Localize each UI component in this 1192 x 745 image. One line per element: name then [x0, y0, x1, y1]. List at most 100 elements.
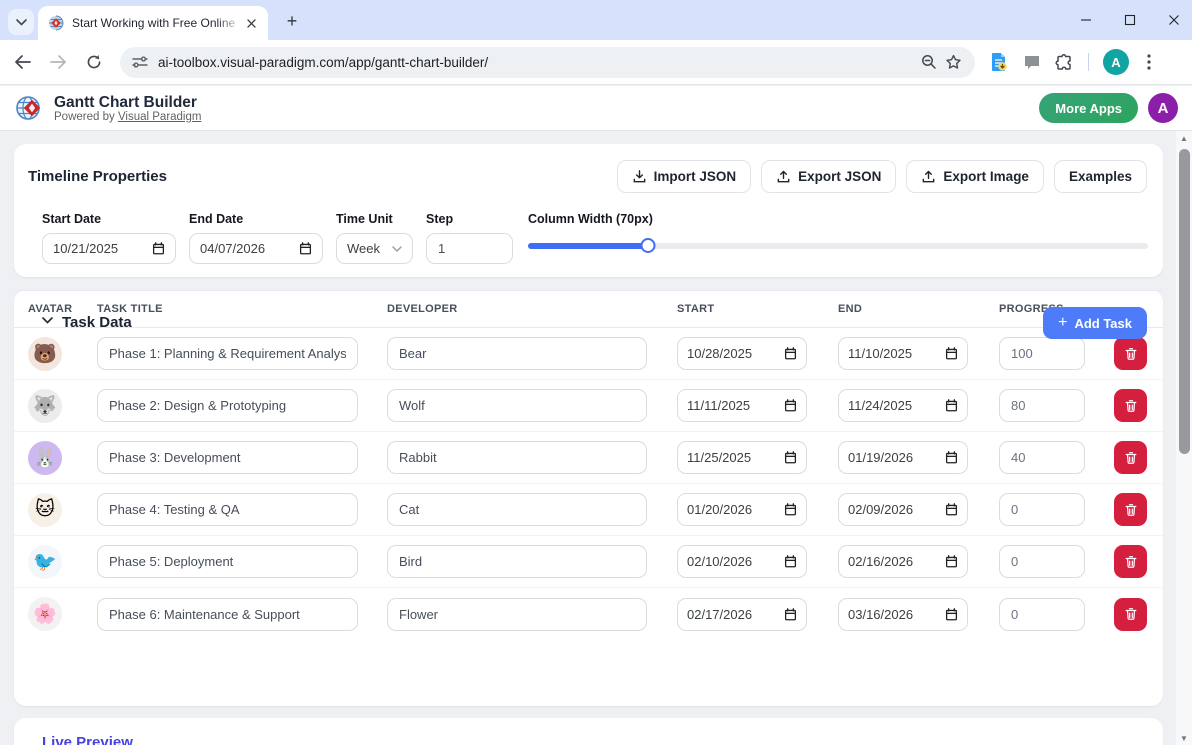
- zoom-out-icon[interactable]: [917, 50, 941, 74]
- table-row: 🐱 01/20/2026 02/09/2026: [14, 484, 1163, 536]
- calendar-icon[interactable]: [784, 399, 797, 412]
- timeline-start-date-input[interactable]: 10/21/2025: [42, 233, 176, 264]
- delete-task-button[interactable]: [1114, 389, 1147, 422]
- visual-paradigm-logo: [14, 93, 44, 123]
- end-date-input[interactable]: 02/09/2026: [838, 493, 968, 526]
- developer-avatar: 🐱: [28, 492, 62, 527]
- progress-input[interactable]: [999, 597, 1085, 631]
- scroll-up-arrow[interactable]: ▲: [1176, 131, 1192, 145]
- scrollbar-thumb[interactable]: [1178, 149, 1190, 454]
- close-icon: [1169, 15, 1179, 25]
- upload-icon: [923, 170, 935, 183]
- time-unit-label: Time Unit: [336, 212, 393, 226]
- delete-task-button[interactable]: [1114, 441, 1147, 474]
- calendar-icon[interactable]: [945, 451, 958, 464]
- site-settings-icon[interactable]: [132, 55, 148, 69]
- address-bar[interactable]: ai-toolbox.visual-paradigm.com/app/gantt…: [120, 46, 975, 78]
- start-date-input[interactable]: 02/10/2026: [677, 545, 807, 578]
- import-json-button[interactable]: Import JSON: [616, 160, 752, 193]
- kebab-menu-icon: [1147, 54, 1151, 70]
- end-date-input[interactable]: 03/16/2026: [838, 597, 968, 631]
- developer-input[interactable]: [387, 441, 647, 474]
- calendar-icon[interactable]: [945, 503, 958, 516]
- app-title: Gantt Chart Builder: [54, 93, 197, 111]
- end-date-input[interactable]: 02/16/2026: [838, 545, 968, 578]
- timeline-end-date-input[interactable]: 04/07/2026: [189, 233, 323, 264]
- developer-input[interactable]: [387, 493, 647, 526]
- table-row: 🌸 02/17/2026 03/16/2026: [14, 588, 1163, 640]
- collapse-section-button[interactable]: [42, 317, 53, 324]
- developer-input[interactable]: [387, 597, 647, 631]
- user-avatar[interactable]: A: [1148, 93, 1178, 123]
- start-date-input[interactable]: 11/25/2025: [677, 441, 807, 474]
- url-text[interactable]: ai-toolbox.visual-paradigm.com/app/gantt…: [158, 55, 917, 70]
- tab-close-button[interactable]: [242, 14, 260, 32]
- column-width-slider[interactable]: [528, 238, 1148, 253]
- maximize-button[interactable]: [1124, 14, 1138, 26]
- end-date-input[interactable]: 01/19/2026: [838, 441, 968, 474]
- progress-input[interactable]: [999, 441, 1085, 474]
- close-window-button[interactable]: [1168, 14, 1182, 26]
- add-task-button[interactable]: + Add Task: [1043, 307, 1147, 339]
- task-title-input[interactable]: [97, 389, 358, 422]
- slider-thumb[interactable]: [640, 238, 656, 253]
- more-apps-button[interactable]: More Apps: [1039, 93, 1138, 123]
- task-title-input[interactable]: [97, 597, 358, 631]
- progress-input[interactable]: [999, 545, 1085, 578]
- delete-task-button[interactable]: [1114, 545, 1147, 578]
- browser-menu-button[interactable]: [1143, 54, 1155, 70]
- docs-offline-icon[interactable]: [989, 52, 1009, 72]
- start-date-input[interactable]: 11/11/2025: [677, 389, 807, 422]
- task-title-input[interactable]: [97, 441, 358, 474]
- delete-task-button[interactable]: [1114, 597, 1147, 631]
- trash-icon: [1125, 503, 1136, 516]
- reload-button[interactable]: [80, 48, 108, 76]
- delete-task-button[interactable]: [1114, 493, 1147, 526]
- browser-titlebar: Start Working with Free Online +: [0, 0, 1192, 40]
- forward-button[interactable]: [44, 48, 72, 76]
- bookmark-star-icon[interactable]: [941, 50, 965, 74]
- app-title-block: Gantt Chart Builder Powered by Visual Pa…: [54, 94, 201, 123]
- scroll-down-arrow[interactable]: ▼: [1176, 731, 1192, 745]
- calendar-icon[interactable]: [945, 555, 958, 568]
- step-input[interactable]: [426, 233, 513, 264]
- page-scrollbar[interactable]: ▲ ▼: [1176, 131, 1192, 745]
- start-date-input[interactable]: 01/20/2026: [677, 493, 807, 526]
- time-unit-select[interactable]: Week: [336, 233, 413, 264]
- calendar-icon[interactable]: [945, 399, 958, 412]
- examples-button[interactable]: Examples: [1053, 160, 1147, 193]
- table-row: 🐰 11/25/2025 01/19/2026: [14, 432, 1163, 484]
- calendar-icon[interactable]: [784, 607, 797, 621]
- end-date-input[interactable]: 11/24/2025: [838, 389, 968, 422]
- calendar-icon[interactable]: [784, 503, 797, 516]
- upload-icon: [777, 170, 790, 183]
- minimize-button[interactable]: [1080, 14, 1094, 26]
- calendar-icon[interactable]: [152, 242, 165, 255]
- start-date-input[interactable]: 02/17/2026: [677, 597, 807, 631]
- progress-input[interactable]: [999, 389, 1085, 422]
- export-json-button[interactable]: Export JSON: [761, 160, 897, 193]
- comment-bubble-icon[interactable]: [1023, 54, 1041, 71]
- task-title-input[interactable]: [97, 493, 358, 526]
- start-date-label: Start Date: [42, 212, 102, 226]
- tab-search-button[interactable]: [8, 9, 34, 35]
- browser-window: Start Working with Free Online + ai-tool…: [0, 0, 1192, 745]
- calendar-icon[interactable]: [945, 607, 958, 621]
- task-title-input[interactable]: [97, 545, 358, 578]
- developer-input[interactable]: [387, 389, 647, 422]
- extensions-puzzle-icon[interactable]: [1055, 53, 1074, 72]
- visual-paradigm-link[interactable]: Visual Paradigm: [118, 111, 202, 123]
- back-button[interactable]: [8, 48, 36, 76]
- forward-icon: [49, 55, 66, 69]
- browser-tab[interactable]: Start Working with Free Online: [38, 6, 268, 40]
- calendar-icon[interactable]: [299, 242, 312, 255]
- chevron-down-icon: [15, 18, 27, 26]
- progress-input[interactable]: [999, 493, 1085, 526]
- developer-input[interactable]: [387, 545, 647, 578]
- new-tab-button[interactable]: +: [280, 9, 304, 33]
- browser-profile-avatar[interactable]: A: [1103, 49, 1129, 75]
- developer-avatar: 🐺: [28, 388, 62, 423]
- export-image-button[interactable]: Export Image: [906, 160, 1044, 193]
- calendar-icon[interactable]: [784, 451, 797, 464]
- calendar-icon[interactable]: [784, 555, 797, 568]
